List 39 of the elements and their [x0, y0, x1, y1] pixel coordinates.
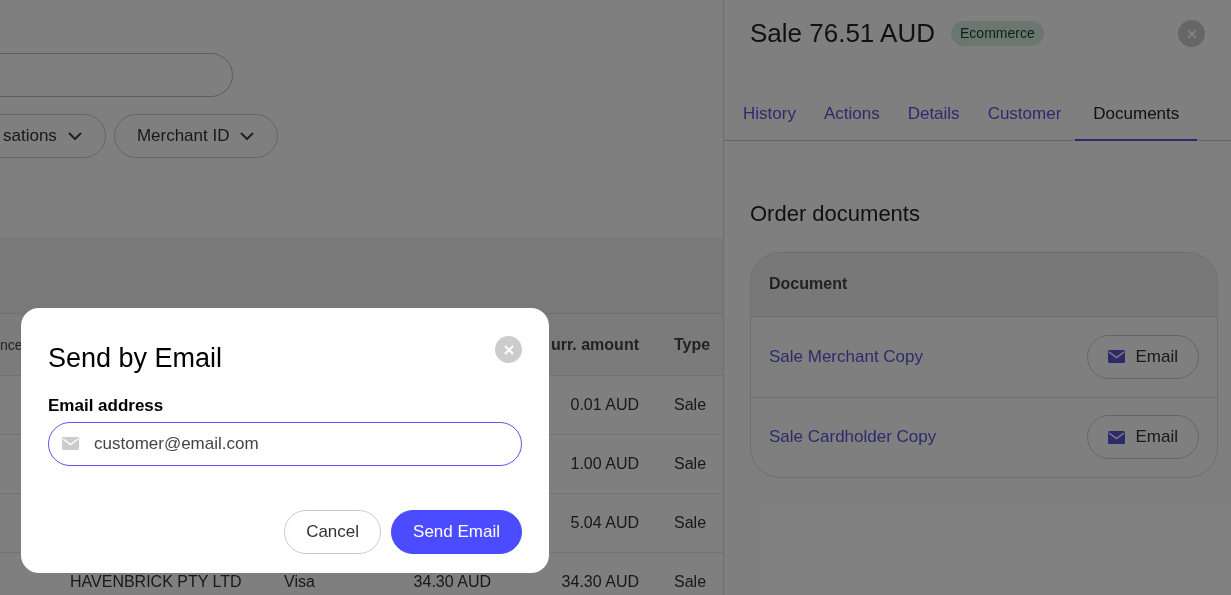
- send-button[interactable]: Send Email: [391, 510, 522, 554]
- table-cell: Sale: [674, 455, 707, 472]
- close-icon: [1186, 28, 1197, 39]
- table-cell: 34.30 AUD: [561, 573, 639, 590]
- tab[interactable]: History: [729, 101, 810, 141]
- envelope-icon: [1108, 350, 1126, 363]
- section-title: Order documents: [750, 199, 921, 228]
- envelope-icon: [62, 437, 79, 450]
- chevron-down-icon: [66, 131, 83, 141]
- table-cell: Visa: [284, 573, 315, 590]
- panel-title: Sale 76.51 AUD: [750, 17, 935, 50]
- field-label: Email address: [48, 394, 165, 417]
- dialog-title: Send by Email: [48, 342, 223, 375]
- table-cell: Sale: [674, 396, 707, 413]
- email-field[interactable]: customer@email.com: [48, 422, 522, 466]
- table-cell: 5.04 AUD: [570, 514, 639, 531]
- column-header: urr. amount: [551, 335, 639, 353]
- table-cell: 0.01 AUD: [570, 396, 639, 413]
- close-icon: [503, 344, 514, 355]
- tab[interactable]: Actions: [809, 101, 894, 141]
- table-cell: Sale: [674, 514, 707, 531]
- cancel-button[interactable]: Cancel: [284, 510, 382, 554]
- tab[interactable]: Customer: [973, 101, 1076, 141]
- document-link[interactable]: Sale Merchant Copy: [769, 343, 924, 370]
- table-cell: 1.00 AUD: [570, 455, 639, 472]
- close-button[interactable]: [495, 336, 522, 363]
- close-button[interactable]: [1178, 20, 1205, 47]
- table-cell: 34.30 AUD: [413, 573, 491, 590]
- envelope-icon: [1108, 430, 1126, 444]
- column-header: nce: [0, 336, 23, 353]
- table-cell: Sale: [674, 573, 707, 590]
- table-cell: HAVENBRICK PTY LTD: [70, 573, 242, 590]
- chevron-down-icon: [239, 131, 256, 141]
- column-header: Type: [674, 335, 711, 353]
- tab[interactable]: Documents: [1075, 101, 1198, 141]
- column-header: Document: [769, 274, 848, 294]
- document-link[interactable]: Sale Cardholder Copy: [769, 424, 937, 450]
- channel-badge: Ecommerce: [951, 21, 1044, 46]
- tab[interactable]: Details: [893, 101, 974, 141]
